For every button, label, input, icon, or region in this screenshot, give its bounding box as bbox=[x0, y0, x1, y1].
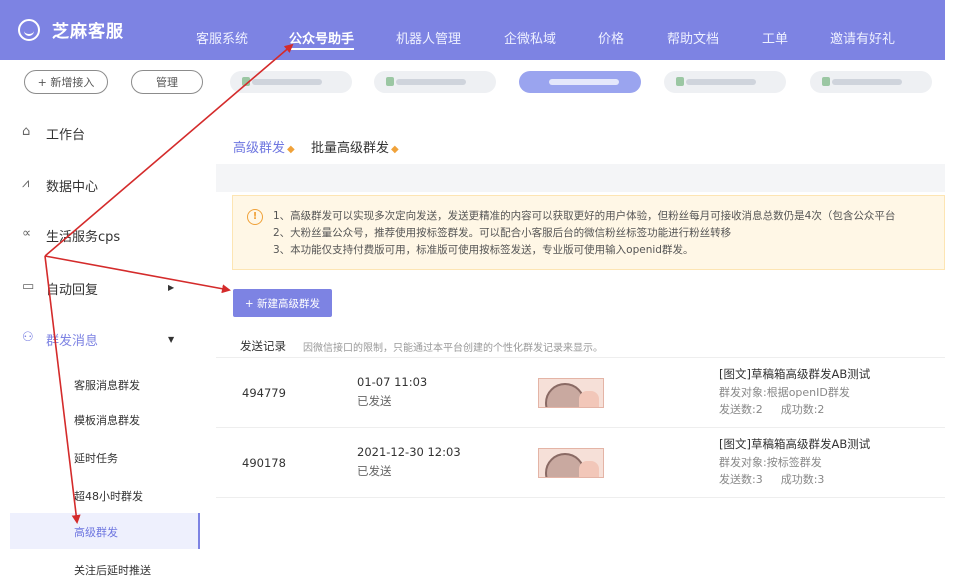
account-name-blurred bbox=[832, 79, 902, 85]
sent-count: 发送数:2 bbox=[719, 403, 763, 416]
nav-item-bot-management[interactable]: 机器人管理 bbox=[396, 28, 461, 47]
record-id: 490178 bbox=[242, 456, 286, 470]
caret-right-icon: ▶ bbox=[168, 283, 175, 292]
account-avatar bbox=[386, 77, 394, 86]
notice-line: 1、高级群发可以实现多次定向发送，发送更精准的内容可以获取更好的用户体验，但粉丝… bbox=[273, 210, 896, 222]
section-divider bbox=[216, 172, 945, 192]
add-account-button[interactable]: + 新增接入 bbox=[24, 70, 108, 94]
account-name-blurred bbox=[686, 79, 756, 85]
sidebar-subitem-advanced-mass[interactable]: 高级群发 bbox=[74, 524, 118, 540]
success-count: 成功数:3 bbox=[780, 473, 825, 486]
warning-icon: ! bbox=[247, 209, 263, 225]
success-count: 成功数:2 bbox=[780, 403, 825, 416]
sent-count: 发送数:3 bbox=[719, 473, 763, 486]
notice-box: ! 1、高级群发可以实现多次定向发送，发送更精准的内容可以获取更好的用户体验，但… bbox=[232, 195, 945, 270]
brand[interactable]: 芝麻客服 bbox=[18, 17, 124, 42]
record-target: 群发对象:按标签群发 bbox=[719, 456, 822, 469]
nav-item-official-account-assistant[interactable]: 公众号助手 bbox=[289, 28, 355, 50]
manage-button[interactable]: 管理 bbox=[131, 70, 203, 94]
account-bar: + 新增接入 管理 bbox=[0, 60, 945, 104]
records-title: 发送记录 bbox=[240, 339, 286, 353]
nav-item-help-docs[interactable]: 帮助文档 bbox=[667, 28, 719, 47]
sidebar-subitem-cs-mass[interactable]: 客服消息群发 bbox=[74, 377, 140, 393]
users-icon: ⚇ bbox=[22, 330, 34, 345]
records-tip: 因微信接口的限制，只能通过本平台创建的个性化群发记录来显示。 bbox=[303, 343, 603, 354]
smile-circle-icon bbox=[18, 18, 40, 41]
nav-item-wecom-private[interactable]: 企微私域 bbox=[504, 28, 556, 47]
account-pill[interactable] bbox=[230, 71, 352, 93]
vip-diamond-icon: ◆ bbox=[391, 144, 399, 155]
notice-line: 3、本功能仅支持付费版可用，标准版可使用按标签发送，专业版可使用输入openid… bbox=[273, 244, 694, 256]
account-name-blurred bbox=[252, 79, 322, 85]
share-icon: ∝ bbox=[22, 226, 32, 241]
nav-item-ticket[interactable]: 工单 bbox=[762, 28, 788, 47]
record-time: 2021-12-30 12:03 bbox=[357, 445, 461, 459]
record-time: 01-07 11:03 bbox=[357, 375, 428, 389]
record-status: 已发送 bbox=[357, 464, 392, 478]
sidebar-subitem-delayed-task[interactable]: 延时任务 bbox=[74, 450, 118, 466]
record-stats: 发送数:3 成功数:3 bbox=[719, 471, 842, 487]
caret-down-icon: ▼ bbox=[168, 335, 175, 344]
account-pill[interactable] bbox=[810, 71, 932, 93]
sidebar-subitem-template-mass[interactable]: 模板消息群发 bbox=[74, 412, 140, 428]
new-advanced-mass-button[interactable]: + 新建高级群发 bbox=[233, 289, 332, 317]
article-thumbnail[interactable] bbox=[538, 448, 604, 478]
nav-item-invite-rewards[interactable]: 邀请有好礼 bbox=[830, 28, 895, 47]
tab-bar: 高级群发 ◆ 批量高级群发 ◆ bbox=[216, 120, 945, 172]
record-status: 已发送 bbox=[357, 394, 392, 408]
table-row[interactable]: 490178 2021-12-30 12:03 已发送 [图文]草稿箱高级群发A… bbox=[216, 428, 945, 498]
vip-diamond-icon: ◆ bbox=[287, 144, 295, 155]
record-stats: 发送数:2 成功数:2 bbox=[719, 401, 842, 417]
record-id: 494779 bbox=[242, 386, 286, 400]
record-article-title[interactable]: [图文]草稿箱高级群发AB测试 bbox=[719, 436, 870, 452]
sidebar-item-auto-reply[interactable]: 自动回复 bbox=[46, 279, 98, 298]
record-article-title[interactable]: [图文]草稿箱高级群发AB测试 bbox=[719, 366, 870, 382]
main-panel: 高级群发 ◆ 批量高级群发 ◆ ! 1、高级群发可以实现多次定向发送，发送更精准的内… bbox=[216, 120, 945, 581]
brand-name: 芝麻客服 bbox=[52, 22, 124, 42]
account-name-blurred bbox=[396, 79, 466, 85]
sidebar-subitem-follow-delayed-push[interactable]: 关注后延时推送 bbox=[74, 562, 151, 578]
line-chart-icon: ⩘ bbox=[22, 176, 30, 191]
records-header: 发送记录 因微信接口的限制，只能通过本平台创建的个性化群发记录来显示。 bbox=[216, 330, 945, 358]
nav-item-pricing[interactable]: 价格 bbox=[598, 28, 624, 47]
nav-item-customer-service[interactable]: 客服系统 bbox=[196, 28, 248, 47]
account-pill[interactable] bbox=[374, 71, 496, 93]
tab-batch-advanced-mass[interactable]: 批量高级群发 ◆ bbox=[311, 137, 399, 156]
account-pill[interactable] bbox=[664, 71, 786, 93]
tab-label: 高级群发 bbox=[233, 141, 286, 156]
tab-advanced-mass[interactable]: 高级群发 ◆ bbox=[233, 137, 295, 156]
home-icon: ⌂ bbox=[22, 124, 31, 139]
account-avatar bbox=[822, 77, 830, 86]
account-pill-active[interactable] bbox=[519, 71, 641, 93]
record-target: 群发对象:根据openID群发 bbox=[719, 386, 850, 399]
sidebar-item-data-center[interactable]: 数据中心 bbox=[46, 176, 98, 195]
sidebar-item-mass-message[interactable]: 群发消息 bbox=[46, 330, 98, 349]
sidebar-subitem-over-48h-mass[interactable]: 超48小时群发 bbox=[74, 488, 143, 504]
table-row[interactable]: 494779 01-07 11:03 已发送 [图文]草稿箱高级群发AB测试 群… bbox=[216, 358, 945, 428]
tab-label: 批量高级群发 bbox=[311, 141, 390, 156]
sidebar-item-workbench[interactable]: 工作台 bbox=[46, 124, 85, 143]
account-name-blurred bbox=[549, 79, 619, 85]
sidebar-item-life-service-cps[interactable]: 生活服务cps bbox=[46, 226, 120, 245]
account-avatar bbox=[676, 77, 684, 86]
top-nav-bar: 芝麻客服 客服系统 公众号助手 机器人管理 企微私域 价格 帮助文档 工单 邀请… bbox=[0, 0, 945, 60]
account-avatar bbox=[242, 77, 250, 86]
message-icon: ▭ bbox=[22, 279, 35, 294]
notice-line: 2、大粉丝量公众号，推荐使用按标签群发。可以配合小客服后台的微信粉丝标签功能进行… bbox=[273, 227, 732, 239]
article-thumbnail[interactable] bbox=[538, 378, 604, 408]
